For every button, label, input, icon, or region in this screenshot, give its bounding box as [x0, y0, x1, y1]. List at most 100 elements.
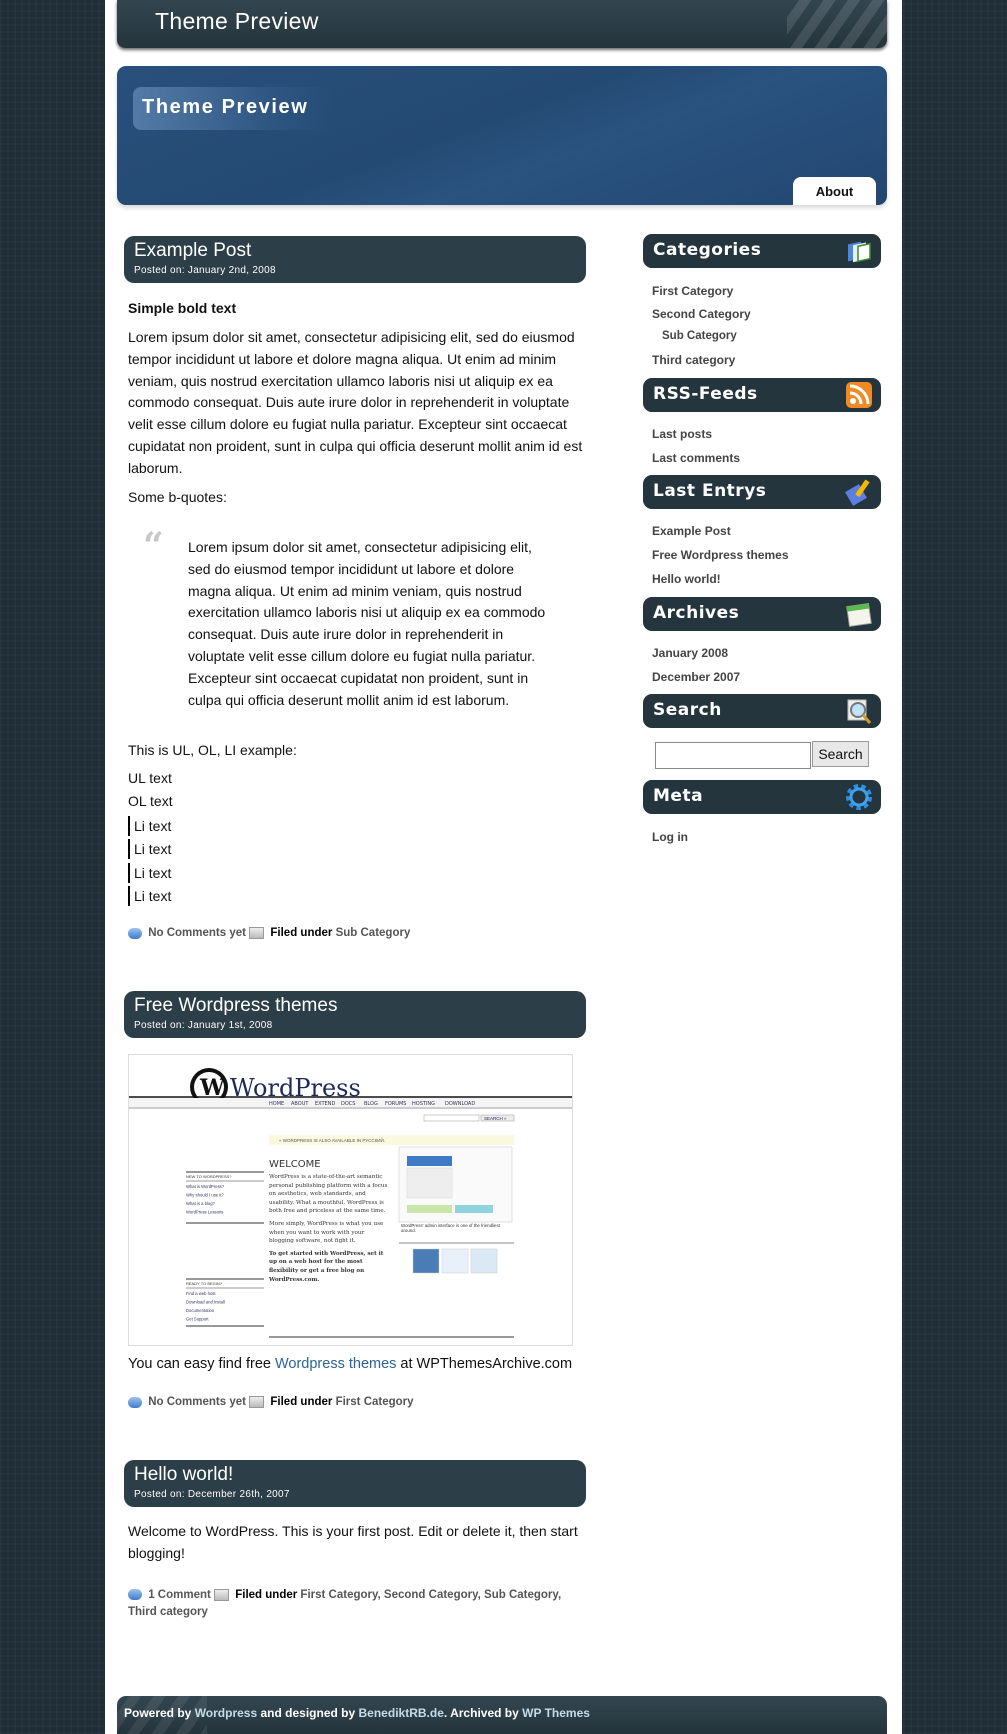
screenshot-intro: WordPress is a state-of-the-art semantic…: [269, 1174, 388, 1215]
post-date: Posted on: January 1st, 2008: [134, 1020, 273, 1031]
search-input[interactable]: [655, 742, 811, 769]
filed-under-label: Filed under: [270, 927, 333, 940]
category-link[interactable]: First Category: [300, 1589, 377, 1601]
text-after: at WPThemesArchive.com: [396, 1356, 573, 1372]
list-item: Li text: [128, 816, 171, 836]
widget-title: Categories: [653, 240, 762, 260]
comments-link[interactable]: 1 Comment: [148, 1589, 211, 1601]
wp-themes-link[interactable]: WP Themes: [522, 1706, 590, 1720]
screenshot-link: Documentation: [186, 1308, 215, 1313]
site-header: Theme Preview: [117, 0, 887, 48]
last-entry-link[interactable]: Free Wordpress themes: [652, 548, 789, 562]
category-link[interactable]: Third category: [652, 353, 735, 367]
post-header: Free Wordpress themes Posted on: January…: [124, 991, 586, 1038]
gear-icon: [846, 784, 872, 810]
widget-title: RSS-Feeds: [653, 384, 758, 404]
ul-text: UL text: [128, 770, 172, 786]
notebook-pencil-icon: [845, 479, 870, 506]
screenshot-logo: WordPress: [230, 1074, 361, 1102]
rss-link[interactable]: Last posts: [652, 427, 712, 441]
post-meta: No Comments yet Filed under First Catego…: [128, 1396, 414, 1408]
calendar-icon: [846, 603, 872, 627]
screenshot-link: What is WordPress?: [186, 1184, 225, 1189]
screenshot-link: What is a blog?: [186, 1201, 216, 1206]
list-item: Li text: [128, 839, 171, 859]
widget-header-archives: Archives: [643, 597, 881, 631]
post-title[interactable]: Hello world!: [134, 1464, 233, 1486]
screenshot-nav-item: DOWNLOAD: [445, 1101, 475, 1107]
list-item: Li text: [128, 863, 171, 883]
login-link[interactable]: Log in: [652, 830, 688, 844]
post-meta: No Comments yet Filed under Sub Category: [128, 927, 410, 939]
screenshot-link: WordPress Lessons: [186, 1210, 223, 1215]
footer-text-part: . Archived by: [443, 1706, 523, 1720]
comment-bubble-icon: [128, 1589, 142, 1601]
screenshot-notice: « WORDPRESS IS ALSO AVAILABLE IN РУССКИЙ…: [279, 1136, 385, 1143]
screenshot-ready-heading: READY TO BEGIN?: [186, 1281, 223, 1286]
screenshot-link: Get Support: [186, 1317, 209, 1322]
screenshot-nav-item: FORUMS: [385, 1101, 406, 1107]
footer-text-part: Powered by: [124, 1706, 195, 1720]
bquote-label: Some b-quotes:: [128, 489, 227, 505]
filed-under-label: Filed under: [270, 1396, 333, 1409]
screenshot-nav-item: DOCS: [341, 1101, 355, 1107]
category-link[interactable]: Third category: [128, 1606, 208, 1618]
magnifier-icon: [847, 699, 872, 724]
widget-header-categories: Categories: [643, 234, 881, 268]
comment-bubble-icon: [128, 927, 142, 939]
folder-icon: [249, 927, 265, 939]
screenshot-started: To get started with WordPress, set it up…: [269, 1250, 384, 1283]
post-header: Hello world! Posted on: December 26th, 2…: [124, 1460, 586, 1507]
site-footer: Powered by Wordpress and designed by Ben…: [117, 1696, 887, 1734]
wordpress-screenshot-image: W WordPress HOME ABOUT EXTEND DOCS BLOG FORUM…: [128, 1054, 573, 1346]
screenshot-search-btn: SEARCH »: [484, 1116, 507, 1121]
ol-text: OL text: [128, 793, 173, 809]
search-button[interactable]: Search: [812, 741, 869, 767]
nav-tab-about[interactable]: About: [793, 177, 876, 205]
widget-title: Search: [653, 700, 722, 720]
folder-icon: [214, 1588, 230, 1601]
screenshot-link: Find a web host: [186, 1291, 216, 1296]
last-entry-link[interactable]: Example Post: [652, 524, 731, 538]
comments-link[interactable]: No Comments yet: [148, 1396, 246, 1408]
archive-link[interactable]: December 2007: [652, 670, 740, 684]
footer-text: Powered by Wordpress and designed by Ben…: [124, 1706, 590, 1720]
designer-link[interactable]: BenediktRB.de: [359, 1706, 444, 1720]
post-date: Posted on: December 26th, 2007: [134, 1489, 290, 1500]
last-entry-link[interactable]: Hello world!: [652, 572, 721, 586]
screenshot-link: Download and Install: [186, 1300, 225, 1305]
category-link[interactable]: Second Category: [652, 307, 751, 321]
category-link[interactable]: Sub Category: [484, 1589, 558, 1601]
rss-icon: [846, 382, 872, 408]
banner-title[interactable]: Theme Preview: [142, 96, 308, 119]
post-title[interactable]: Example Post: [134, 240, 251, 262]
folders-icon: [848, 241, 871, 263]
category-link[interactable]: Second Category: [384, 1589, 478, 1601]
subcategory-link[interactable]: Sub Category: [662, 330, 737, 342]
quote-mark-icon: “: [143, 525, 164, 567]
filed-under-label: Filed under: [235, 1589, 298, 1601]
wordpress-themes-link[interactable]: Wordpress themes: [275, 1356, 396, 1372]
rss-link[interactable]: Last comments: [652, 451, 740, 465]
post-date: Posted on: January 2nd, 2008: [134, 265, 276, 276]
bold-text: Simple bold text: [128, 300, 237, 316]
site-title[interactable]: Theme Preview: [155, 8, 319, 35]
widget-header-rss: RSS-Feeds: [643, 378, 881, 412]
post-title[interactable]: Free Wordpress themes: [134, 995, 337, 1017]
screenshot-nav-item: HOME: [269, 1101, 284, 1107]
widget-header-last-entries: Last Entrys: [643, 475, 881, 509]
screenshot-simply: More simply, WordPress is what you use w…: [269, 1220, 384, 1245]
post-meta: 1 Comment Filed under First Category, Se…: [128, 1588, 562, 1618]
wordpress-link[interactable]: Wordpress: [195, 1706, 257, 1720]
screenshot-nav-item: EXTEND: [315, 1101, 335, 1107]
category-link[interactable]: First Category: [336, 1396, 414, 1408]
screenshot-link: Why should I use it?: [186, 1193, 224, 1198]
widget-header-meta: Meta: [643, 780, 881, 814]
screenshot-nav-item: HOSTING: [412, 1101, 435, 1107]
archive-link[interactable]: January 2008: [652, 646, 728, 660]
comments-link[interactable]: No Comments yet: [148, 927, 246, 939]
header-stripes-decoration: [787, 0, 887, 48]
text-before: You can easy find free: [128, 1356, 275, 1372]
category-link[interactable]: Sub Category: [336, 927, 411, 939]
category-link[interactable]: First Category: [652, 284, 733, 298]
